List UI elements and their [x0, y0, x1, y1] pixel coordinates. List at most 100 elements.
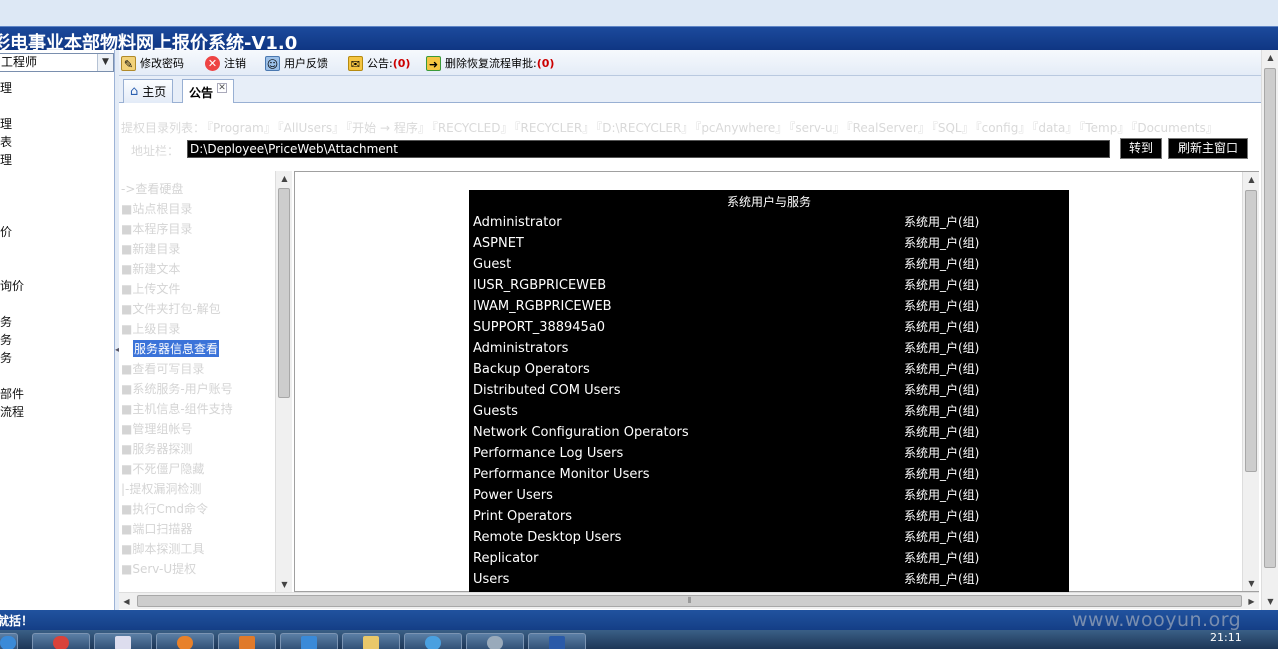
- left-nav-item[interactable]: 部件: [0, 385, 24, 402]
- workflow-icon: ➜: [426, 55, 441, 71]
- notice-button[interactable]: ✉ 公告:(0): [348, 54, 410, 72]
- user-type-cell: 系统用_户(组): [904, 215, 980, 229]
- tool-menu-item[interactable]: ■新建目录: [121, 240, 180, 257]
- taskbar-app[interactable]: [218, 633, 276, 649]
- user-name-cell: Guests: [473, 404, 518, 419]
- tool-menu-item[interactable]: ■管理组帐号: [121, 420, 192, 437]
- tool-menu-item[interactable]: ■本程序目录: [121, 220, 192, 237]
- taskbar-upload[interactable]: [280, 633, 338, 649]
- tool-menu-item[interactable]: ■站点根目录: [121, 200, 192, 217]
- privilege-dir-link[interactable]: 『data』: [1032, 121, 1077, 135]
- privilege-dir-link[interactable]: 『RECYCLER』: [514, 121, 594, 135]
- goto-button[interactable]: 转到: [1120, 138, 1162, 159]
- taskbar-network[interactable]: [466, 633, 524, 649]
- tool-menu-item[interactable]: ■端口扫描器: [121, 520, 192, 537]
- tool-menu-item[interactable]: ■服务器探测: [121, 440, 192, 457]
- address-input[interactable]: [187, 140, 1110, 158]
- scroll-down-icon[interactable]: ▼: [1262, 594, 1278, 609]
- left-nav-item[interactable]: 询价: [0, 277, 24, 294]
- tool-menu-item[interactable]: ■上传文件: [121, 280, 180, 297]
- privilege-dir-link[interactable]: 『Temp』: [1079, 121, 1129, 135]
- left-nav-item[interactable]: 理: [0, 151, 12, 168]
- privilege-dir-link[interactable]: 『RealServer』: [847, 121, 930, 135]
- scroll-thumb[interactable]: [1264, 68, 1276, 568]
- scroll-thumb[interactable]: [1245, 190, 1257, 472]
- close-icon[interactable]: ✕: [217, 83, 228, 93]
- tab-notice[interactable]: 公告 ✕: [182, 79, 235, 104]
- privilege-dir-link[interactable]: 『RECYCLED』: [432, 121, 513, 135]
- logout-button[interactable]: ✕ 注销: [205, 54, 246, 72]
- scroll-down-icon[interactable]: ▼: [1243, 576, 1260, 591]
- left-nav-item[interactable]: 理: [0, 79, 12, 96]
- clock: 21:11: [1210, 631, 1242, 644]
- tool-menu-item[interactable]: ■文件夹打包-解包: [121, 300, 221, 317]
- scroll-right-icon[interactable]: ▶: [1244, 593, 1259, 610]
- privilege-dir-link[interactable]: 『AllUsers』: [278, 121, 344, 135]
- taskbar-word[interactable]: [528, 633, 586, 649]
- taskbar-firefox[interactable]: [156, 633, 214, 649]
- outer-scrollbar[interactable]: ▲ ▼: [1261, 50, 1278, 610]
- horizontal-scrollbar[interactable]: ◀ ⦀ ▶: [119, 592, 1259, 609]
- tool-menu-item[interactable]: ->查看硬盘: [121, 180, 183, 197]
- user-name-cell: Backup Operators: [473, 362, 590, 377]
- tool-menu-item[interactable]: ■主机信息-组件支持: [121, 400, 233, 417]
- user-name-cell: SUPPORT_388945a0: [473, 320, 606, 335]
- user-name-cell: Performance Monitor Users: [473, 467, 650, 482]
- tool-menu-item[interactable]: ■新建文本: [121, 260, 180, 277]
- tool-menu-item[interactable]: |-提权漏洞检测: [121, 480, 201, 497]
- tab-home[interactable]: ⌂ 主页: [123, 79, 174, 103]
- table-row: Distributed COM Users 系统用_户(组): [473, 380, 1063, 401]
- taskbar-chrome[interactable]: [32, 633, 90, 649]
- scroll-up-icon[interactable]: ▲: [1262, 50, 1278, 65]
- start-button[interactable]: [0, 633, 18, 649]
- user-type-cell: 系统用_户(组): [904, 425, 980, 439]
- scroll-thumb[interactable]: [278, 188, 290, 398]
- delete-restore-button[interactable]: ➜ 删除恢复流程审批:(0): [426, 54, 554, 72]
- feedback-button[interactable]: ☺ 用户反馈: [265, 54, 328, 72]
- tool-menu-item[interactable]: ■上级目录: [121, 320, 180, 337]
- address-label: 地址栏：: [131, 144, 180, 158]
- change-password-button[interactable]: ✎ 修改密码: [121, 54, 184, 72]
- scroll-up-icon[interactable]: ▲: [276, 171, 293, 186]
- role-select[interactable]: 工程师 ▼: [0, 53, 114, 72]
- privilege-dir-link[interactable]: 『开始 → 程序』: [346, 121, 430, 135]
- chevron-down-icon[interactable]: ▼: [97, 54, 113, 71]
- privilege-dir-link[interactable]: 『Program』: [207, 121, 276, 135]
- privilege-dir-link[interactable]: 『D:\RECYCLER』: [596, 121, 693, 135]
- tool-menu-item[interactable]: ■执行Cmd命令: [121, 500, 208, 517]
- tool-menu-item[interactable]: 服务器信息查看: [133, 340, 220, 357]
- notice-count: (0): [392, 57, 411, 70]
- main-scrollbar[interactable]: ▲ ▼: [1242, 172, 1259, 591]
- left-nav-item[interactable]: 务: [0, 313, 12, 330]
- left-nav-item[interactable]: 务: [0, 349, 12, 366]
- left-nav-item[interactable]: 务: [0, 331, 12, 348]
- taskbar-explorer[interactable]: [342, 633, 400, 649]
- privilege-dir-link[interactable]: 『serv-u』: [789, 121, 844, 135]
- left-nav-item[interactable]: 表: [0, 133, 12, 150]
- left-nav-item[interactable]: 理: [0, 115, 12, 132]
- scroll-left-icon[interactable]: ◀: [119, 593, 134, 610]
- system-tray[interactable]: [840, 633, 970, 647]
- tool-menu-item[interactable]: ■Serv-U提权: [121, 560, 196, 577]
- tool-menu-item[interactable]: ■脚本探测工具: [121, 540, 204, 557]
- left-nav-item[interactable]: 价: [0, 223, 12, 240]
- scroll-up-icon[interactable]: ▲: [1243, 172, 1260, 187]
- taskbar-ie[interactable]: [404, 633, 462, 649]
- user-name-cell: Print Operators: [473, 509, 572, 524]
- tool-menu-item[interactable]: ■查看可写目录: [121, 360, 204, 377]
- privilege-dir-link[interactable]: 『SQL』: [932, 121, 974, 135]
- privilege-dir-link[interactable]: 『Documents』: [1131, 121, 1217, 135]
- privilege-dir-link[interactable]: 『pcAnywhere』: [695, 121, 787, 135]
- scroll-down-icon[interactable]: ▼: [276, 577, 293, 592]
- user-type-cell: 系统用_户(组): [904, 362, 980, 376]
- left-nav-item[interactable]: 流程: [0, 403, 24, 420]
- table-row: Guests 系统用_户(组): [473, 401, 1063, 422]
- tools-scrollbar[interactable]: ▲ ▼: [275, 171, 292, 592]
- scroll-thumb[interactable]: ⦀: [137, 595, 1242, 607]
- taskbar-notepad[interactable]: [94, 633, 152, 649]
- refresh-main-window-button[interactable]: 刷新主窗口: [1168, 138, 1248, 159]
- tool-menu-item[interactable]: ■不死僵尸隐藏: [121, 460, 204, 477]
- tool-menu-item[interactable]: ■系统服务-用户账号: [121, 380, 233, 397]
- privilege-dir-link[interactable]: 『config』: [976, 121, 1031, 135]
- user-type-cell: 系统用_户(组): [904, 341, 980, 355]
